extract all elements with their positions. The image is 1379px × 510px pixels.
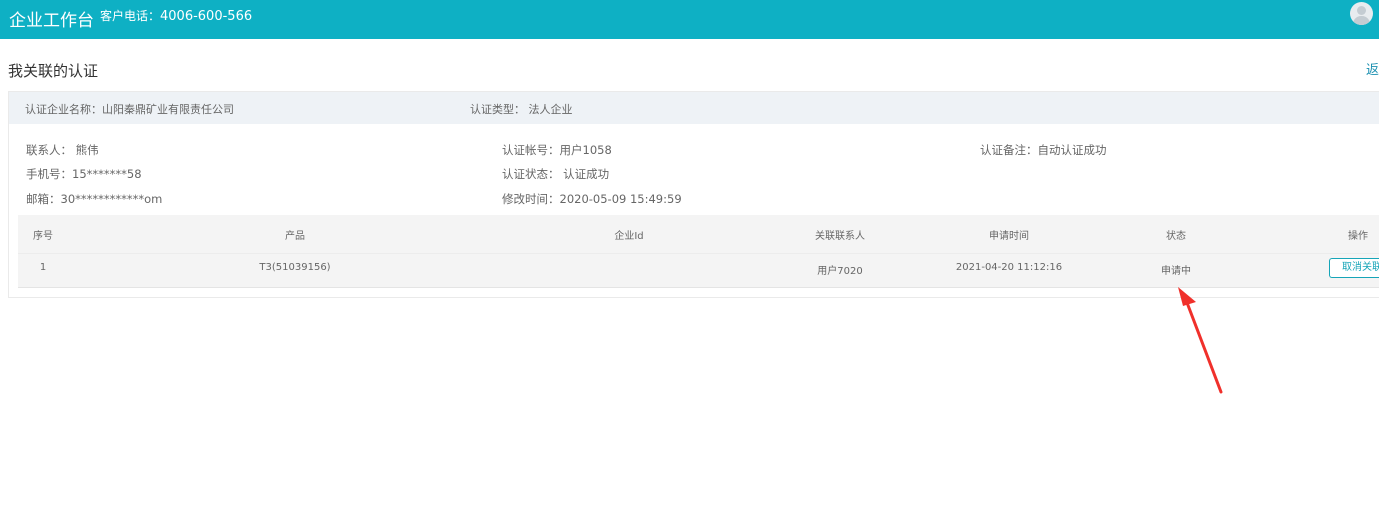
brand-title: 企业工作台 bbox=[9, 11, 94, 31]
cell-status: 申请中 bbox=[1161, 266, 1191, 277]
col-header-index: 序号 bbox=[33, 231, 53, 242]
top-bar: 企业工作台 客户电话：4006-600-566 bbox=[0, 0, 1379, 39]
contact-person: 联系人： 熊伟 bbox=[26, 143, 99, 157]
back-link[interactable]: 返 bbox=[1366, 59, 1379, 78]
customer-phone-label: 客户电话： bbox=[100, 9, 161, 23]
customer-phone: 客户电话：4006-600-566 bbox=[100, 7, 252, 24]
col-header-linked-contact: 关联联系人 bbox=[815, 231, 865, 242]
customer-phone-number: 4006-600-566 bbox=[160, 9, 253, 24]
row-divider bbox=[18, 253, 1379, 254]
cert-remark: 认证备注：自动认证成功 bbox=[980, 143, 1107, 157]
col-header-action: 操作 bbox=[1348, 231, 1368, 242]
cell-product: T3(51039156) bbox=[259, 262, 331, 273]
user-avatar-icon[interactable] bbox=[1350, 2, 1373, 25]
cert-account: 认证帐号：用户1058 bbox=[502, 143, 612, 157]
certification-card-header: 认证企业名称：山阳秦鼎矿业有限责任公司 认证类型： 法人企业 bbox=[9, 92, 1379, 124]
cell-linked-contact: 用户7020 bbox=[817, 266, 863, 277]
col-header-product: 产品 bbox=[285, 231, 305, 242]
cert-status: 认证状态： 认证成功 bbox=[502, 167, 610, 181]
col-header-company-id: 企业Id bbox=[614, 231, 644, 242]
page-title: 我关联的认证 bbox=[8, 62, 99, 80]
cert-type: 认证类型： 法人企业 bbox=[470, 103, 573, 116]
linked-table: 序号 产品 企业Id 关联联系人 申请时间 状态 操作 1 T3(5103915… bbox=[18, 215, 1379, 288]
cancel-link-button[interactable]: 取消关联 bbox=[1329, 258, 1379, 278]
cell-apply-time: 2021-04-20 11:12:16 bbox=[955, 262, 1063, 273]
company-name: 认证企业名称：山阳秦鼎矿业有限责任公司 bbox=[25, 103, 234, 116]
modified-time: 修改时间：2020-05-09 15:49:59 bbox=[502, 192, 682, 206]
col-header-apply-time: 申请时间 bbox=[989, 231, 1029, 242]
contact-email: 邮箱：30************om bbox=[26, 192, 163, 206]
col-header-status: 状态 bbox=[1166, 231, 1186, 242]
contact-phone: 手机号：15*******58 bbox=[26, 167, 142, 181]
certification-card: 认证企业名称：山阳秦鼎矿业有限责任公司 认证类型： 法人企业 联系人： 熊伟 手… bbox=[8, 91, 1379, 298]
cell-index: 1 bbox=[39, 262, 47, 273]
